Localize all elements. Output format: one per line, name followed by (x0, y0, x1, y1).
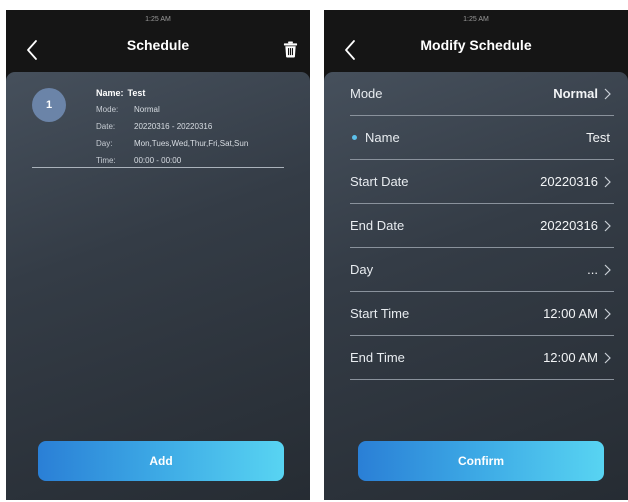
list-item[interactable]: 1 Name: Test Mode: Normal Date: 20220316… (32, 80, 296, 168)
day-label: Day (350, 262, 374, 277)
schedule-info: Name: Test Mode: Normal Date: 20220316 -… (96, 84, 248, 169)
delete-button[interactable] (280, 38, 300, 60)
start-date-value: 20220316 (540, 174, 598, 189)
confirm-button[interactable]: Confirm (358, 441, 604, 481)
schedule-day-value: Mon,Tues,Wed,Thur,Fri,Sat,Sun (134, 139, 249, 148)
mode-row[interactable]: Mode Normal (350, 72, 614, 116)
schedule-time-label: Time: (96, 156, 116, 165)
schedule-index-badge: 1 (32, 88, 66, 122)
end-time-row[interactable]: End Time 12:00 AM (350, 336, 614, 380)
modify-form-panel: Mode Normal Name Test Start Date 2022031… (324, 72, 628, 500)
schedule-date-value: 20220316 - 20220316 (134, 122, 213, 131)
chevron-right-icon (602, 263, 612, 277)
schedule-mode-value: Normal (134, 105, 160, 114)
chevron-right-icon (602, 87, 612, 101)
start-date-label: Start Date (350, 174, 409, 189)
chevron-right-icon (602, 175, 612, 189)
schedule-name-row: Name: Test (96, 84, 248, 101)
start-time-row[interactable]: Start Time 12:00 AM (350, 292, 614, 336)
start-time-value: 12:00 AM (543, 306, 598, 321)
modify-schedule-screen: 1:25 AM Modify Schedule Mode Normal Name… (324, 10, 628, 500)
modify-form: Mode Normal Name Test Start Date 2022031… (350, 72, 614, 380)
status-bar-time: 1:25 AM (145, 16, 171, 23)
schedule-name-value: Test (127, 87, 146, 98)
chevron-right-icon (602, 307, 612, 321)
schedule-date-label: Date: (96, 122, 116, 131)
schedule-header: Schedule (6, 30, 310, 74)
schedule-name-label: Name: (96, 87, 124, 98)
name-row[interactable]: Name Test (350, 116, 614, 160)
end-date-row[interactable]: End Date 20220316 (350, 204, 614, 248)
schedule-day-label: Day: (96, 139, 113, 148)
end-time-label: End Time (350, 350, 405, 365)
name-label-wrap: Name (350, 130, 586, 145)
schedule-date-row: Date: 20220316 - 20220316 (96, 118, 248, 135)
day-row[interactable]: Day ... (350, 248, 614, 292)
schedule-list-panel: 1 Name: Test Mode: Normal Date: 20220316… (6, 72, 310, 500)
divider (32, 167, 284, 168)
modify-header: Modify Schedule (324, 30, 628, 74)
end-time-value: 12:00 AM (543, 350, 598, 365)
chevron-right-icon (602, 351, 612, 365)
start-time-label: Start Time (350, 306, 410, 321)
name-field[interactable]: Test (586, 130, 610, 145)
schedule-day-row: Day: Mon,Tues,Wed,Thur,Fri,Sat,Sun (96, 135, 248, 152)
schedule-time-value: 00:00 - 00:00 (134, 156, 182, 165)
required-dot-icon (352, 135, 357, 140)
schedule-mode-row: Mode: Normal (96, 101, 248, 118)
schedule-screen: 1:25 AM Schedule 1 Name: Test Mode: Norm… (6, 10, 310, 500)
trash-icon (283, 41, 297, 57)
status-bar-time: 1:25 AM (463, 16, 489, 23)
end-date-value: 20220316 (540, 218, 598, 233)
page-title: Modify Schedule (420, 37, 532, 53)
mode-value: Normal (553, 86, 598, 101)
chevron-right-icon (602, 219, 612, 233)
mode-label: Mode (350, 86, 383, 101)
day-value: ... (587, 262, 598, 277)
page-title: Schedule (126, 37, 190, 53)
start-date-row[interactable]: Start Date 20220316 (350, 160, 614, 204)
end-date-label: End Date (350, 218, 405, 233)
schedule-mode-label: Mode: (96, 105, 119, 114)
name-label: Name (365, 130, 400, 145)
add-button[interactable]: Add (38, 441, 284, 481)
